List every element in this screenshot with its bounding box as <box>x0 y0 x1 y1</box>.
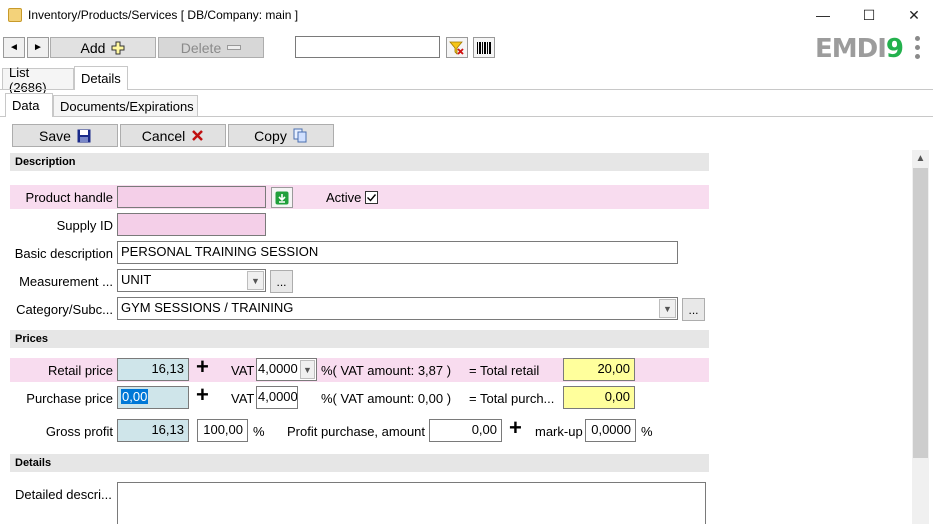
supply-id-field[interactable] <box>117 213 266 236</box>
logo-text: EMDI <box>815 34 887 64</box>
save-button[interactable]: Save <box>12 124 118 147</box>
logo-nine: 9 <box>885 34 904 64</box>
retail-vat-value: 4,0000 <box>258 361 298 376</box>
total-retail-label: = Total retail <box>469 363 540 378</box>
add-button[interactable]: Add <box>50 37 156 58</box>
percent-sign: % <box>641 424 653 439</box>
supply-id-label: Supply ID <box>56 218 113 233</box>
delete-button[interactable]: Delete <box>158 37 264 58</box>
active-checkbox[interactable] <box>365 191 378 204</box>
plus-icon: + <box>196 382 209 407</box>
copy-icon <box>293 128 307 143</box>
purchase-price-value: 0,00 <box>121 389 149 404</box>
retail-vat-amount: %( VAT amount: 3,87 ) <box>321 363 452 378</box>
add-button-label: Add <box>80 39 106 56</box>
clear-filter-icon[interactable] <box>446 37 468 58</box>
total-purchase-label: = Total purch... <box>469 391 555 406</box>
scrollbar-thumb[interactable] <box>913 168 928 458</box>
purchase-price-label: Purchase price <box>26 391 113 406</box>
details-section-header: Details <box>10 454 709 472</box>
chevron-down-icon[interactable]: ▼ <box>659 299 676 318</box>
profit-purchase-label: Profit purchase, amount <box>287 424 426 439</box>
detailed-description-textarea[interactable] <box>117 482 706 524</box>
markup-field[interactable]: 0,0000 <box>585 419 636 442</box>
total-retail-field[interactable]: 20,00 <box>563 358 635 381</box>
plus-icon: + <box>196 354 209 379</box>
copy-button[interactable]: Copy <box>228 124 334 147</box>
gross-profit-field[interactable]: 16,13 <box>117 419 189 442</box>
cancel-button-label: Cancel <box>141 127 186 144</box>
checkmark-icon <box>367 194 377 202</box>
delete-button-label: Delete <box>180 39 222 56</box>
markup-label: mark-up <box>535 424 583 439</box>
gross-profit-label: Gross profit <box>45 424 113 439</box>
description-section-header: Description <box>10 153 709 171</box>
tab-details[interactable]: Details <box>74 66 128 90</box>
generate-handle-button[interactable] <box>271 187 293 208</box>
purchase-vat-label: VAT <box>231 391 255 406</box>
maximize-button[interactable]: ☐ <box>846 0 892 30</box>
search-input[interactable] <box>295 36 440 58</box>
detailed-description-label: Detailed descri... <box>15 487 112 502</box>
product-handle-field[interactable] <box>117 186 266 208</box>
tab-documents-expirations[interactable]: Documents/Expirations <box>53 95 198 117</box>
retail-price-field[interactable]: 16,13 <box>117 358 189 381</box>
copy-button-label: Copy <box>254 127 287 144</box>
plus-icon: + <box>509 415 522 440</box>
measurement-select[interactable]: UNIT ▼ <box>117 269 266 292</box>
download-arrow-icon <box>275 191 289 204</box>
add-icon <box>111 41 125 54</box>
category-more-button[interactable]: ... <box>682 298 705 321</box>
basic-description-label: Basic description <box>14 246 113 261</box>
chevron-down-icon[interactable]: ▼ <box>247 271 264 290</box>
purchase-vat-amount: %( VAT amount: 0,00 ) <box>321 391 452 406</box>
retail-price-label: Retail price <box>47 363 113 378</box>
category-select[interactable]: GYM SESSIONS / TRAINING ▼ <box>117 297 678 320</box>
product-handle-label: Product handle <box>25 190 113 205</box>
profit-purchase-field[interactable]: 0,00 <box>429 419 502 442</box>
save-button-label: Save <box>39 127 71 144</box>
total-purchase-field[interactable]: 0,00 <box>563 386 635 409</box>
retail-vat-select[interactable]: 4,0000 ▼ <box>256 358 317 381</box>
cancel-x-icon <box>192 130 204 141</box>
window-title: Inventory/Products/Services [ DB/Company… <box>28 8 299 22</box>
percent-sign: % <box>253 424 265 439</box>
minus-icon <box>227 44 242 50</box>
barcode-icon[interactable] <box>473 37 495 58</box>
category-value: GYM SESSIONS / TRAINING <box>121 300 294 315</box>
purchase-price-field[interactable]: 0,00 <box>117 386 189 409</box>
more-menu-icon[interactable] <box>912 36 922 59</box>
chevron-down-icon[interactable]: ▼ <box>300 360 315 379</box>
measurement-label: Measurement ... <box>19 274 113 289</box>
purchase-vat-field[interactable]: 4,0000 <box>256 386 298 409</box>
active-label: Active <box>326 190 362 205</box>
measurement-more-button[interactable]: ... <box>270 270 293 293</box>
cancel-button[interactable]: Cancel <box>120 124 226 147</box>
tab-data[interactable]: Data <box>5 93 53 117</box>
floppy-disk-icon <box>77 129 91 142</box>
previous-record-button[interactable]: ◄ <box>3 37 25 58</box>
retail-vat-label: VAT <box>231 363 255 378</box>
minimize-button[interactable]: — <box>800 0 846 30</box>
emdi9-logo: EMDI9 <box>815 34 904 64</box>
tab-list[interactable]: List (2686) <box>2 65 74 95</box>
gross-profit-percent-field[interactable]: 100,00 <box>197 419 248 442</box>
next-record-button[interactable]: ► <box>27 37 49 58</box>
close-button[interactable]: ✕ <box>891 0 933 30</box>
measurement-value: UNIT <box>121 272 152 287</box>
scroll-up-arrow-icon[interactable]: ▲ <box>912 150 929 167</box>
basic-description-field[interactable]: PERSONAL TRAINING SESSION <box>117 241 678 264</box>
prices-section-header: Prices <box>10 330 709 348</box>
title-bar: Inventory/Products/Services [ DB/Company… <box>0 0 933 30</box>
category-label: Category/Subc... <box>16 302 113 317</box>
app-icon <box>8 8 22 22</box>
